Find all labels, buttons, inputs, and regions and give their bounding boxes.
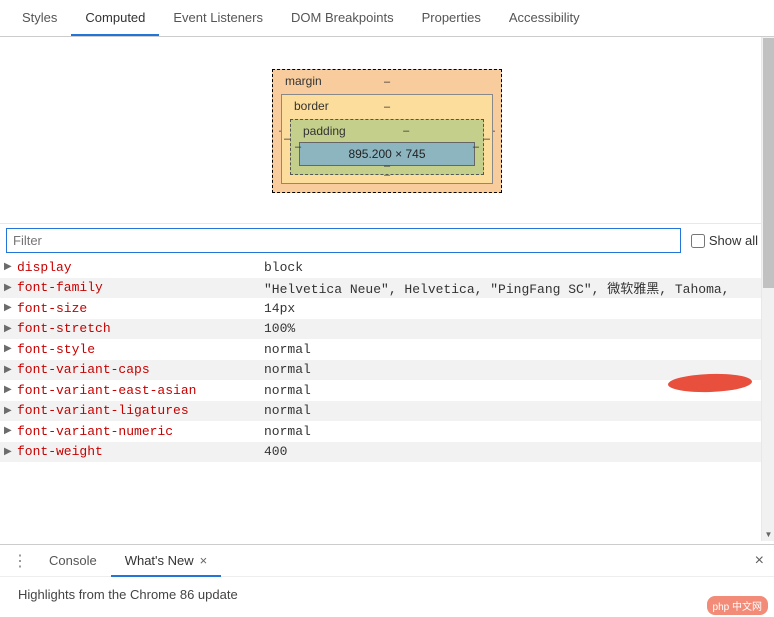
property-name: font-stretch [17, 321, 264, 336]
property-row[interactable]: ▶ font-stretch 100% [0, 319, 774, 340]
property-value: normal [264, 424, 774, 439]
drawer-tab-whatsnew-label: What's New [125, 553, 194, 568]
border-label: border [294, 99, 329, 113]
property-value: normal [264, 403, 774, 418]
box-model-padding[interactable]: padding – – – – 895.200 × 745 [290, 119, 484, 175]
drawer-tablist: ⋮ Console What's New × × [0, 545, 774, 577]
close-tab-icon[interactable]: × [200, 553, 208, 568]
padding-label: padding [303, 124, 346, 138]
show-all-label-text: Show all [709, 233, 758, 248]
scroll-down-icon[interactable]: ▼ [762, 528, 774, 541]
drawer-panel: ⋮ Console What's New × × Highlights from… [0, 544, 774, 617]
margin-top-value[interactable]: – [384, 76, 390, 88]
expand-icon[interactable]: ▶ [4, 261, 17, 273]
box-model-border[interactable]: border – – – – padding – – – – 895.200 ×… [281, 94, 493, 184]
drawer-tab-console-label: Console [49, 553, 97, 568]
property-value: 400 [264, 444, 774, 459]
computed-panel: margin – – – – border – – – – padding – … [0, 37, 774, 541]
property-name: font-variant-ligatures [17, 403, 264, 418]
property-name: font-size [17, 301, 264, 316]
property-name: display [17, 260, 264, 275]
property-name: font-family [17, 280, 264, 295]
padding-bottom-value[interactable]: – [384, 160, 390, 172]
property-value: "Helvetica Neue", Helvetica, "PingFang S… [264, 278, 774, 297]
property-value: block [264, 260, 774, 275]
tab-accessibility[interactable]: Accessibility [495, 0, 594, 36]
expand-icon[interactable]: ▶ [4, 405, 17, 417]
expand-icon[interactable]: ▶ [4, 384, 17, 396]
property-value: normal [264, 342, 774, 357]
property-name: font-variant-numeric [17, 424, 264, 439]
property-row[interactable]: ▶ font-variant-ligatures normal [0, 401, 774, 422]
expand-icon[interactable]: ▶ [4, 446, 17, 458]
padding-top-value[interactable]: – [403, 125, 409, 137]
property-row[interactable]: ▶ display block [0, 257, 774, 278]
property-row[interactable]: ▶ font-family "Helvetica Neue", Helvetic… [0, 278, 774, 299]
property-value: 14px [264, 301, 774, 316]
filter-row: Show all [0, 223, 774, 257]
computed-properties-list: ▶ display block ▶ font-family "Helvetica… [0, 257, 774, 462]
drawer-close-icon[interactable]: × [755, 552, 764, 570]
elements-subtabs: Styles Computed Event Listeners DOM Brea… [0, 0, 774, 37]
watermark-badge: php 中文网 [707, 596, 768, 615]
border-top-value[interactable]: – [384, 101, 390, 113]
expand-icon[interactable]: ▶ [4, 323, 17, 335]
box-model-margin[interactable]: margin – – – – border – – – – padding – … [272, 69, 502, 193]
property-name: font-variant-east-asian [17, 383, 264, 398]
drawer-tab-whatsnew[interactable]: What's New × [111, 545, 222, 576]
tab-computed[interactable]: Computed [71, 0, 159, 36]
padding-left-value[interactable]: – [295, 141, 301, 153]
property-row[interactable]: ▶ font-variant-numeric normal [0, 421, 774, 442]
margin-label: margin [285, 74, 322, 88]
show-all-toggle[interactable]: Show all [691, 233, 758, 248]
scrollbar-thumb[interactable] [763, 38, 774, 288]
expand-icon[interactable]: ▶ [4, 302, 17, 314]
property-row[interactable]: ▶ font-variant-caps normal [0, 360, 774, 381]
expand-icon[interactable]: ▶ [4, 364, 17, 376]
expand-icon[interactable]: ▶ [4, 343, 17, 355]
property-value: 100% [264, 321, 774, 336]
property-name: font-style [17, 342, 264, 357]
tab-dom-breakpoints[interactable]: DOM Breakpoints [277, 0, 408, 36]
property-row[interactable]: ▶ font-weight 400 [0, 442, 774, 463]
property-row[interactable]: ▶ font-variant-east-asian normal [0, 380, 774, 401]
filter-input[interactable] [6, 228, 681, 253]
expand-icon[interactable]: ▶ [4, 282, 17, 294]
tab-properties[interactable]: Properties [408, 0, 495, 36]
tab-event-listeners[interactable]: Event Listeners [159, 0, 277, 36]
property-row[interactable]: ▶ font-style normal [0, 339, 774, 360]
border-right-value[interactable]: – [484, 133, 490, 145]
expand-icon[interactable]: ▶ [4, 425, 17, 437]
drawer-tab-console[interactable]: Console [35, 545, 111, 576]
whatsnew-headline: Highlights from the Chrome 86 update [18, 587, 238, 602]
property-name: font-variant-caps [17, 362, 264, 377]
show-all-checkbox[interactable] [691, 234, 705, 248]
drawer-content: Highlights from the Chrome 86 update [0, 577, 774, 617]
tab-styles[interactable]: Styles [8, 0, 71, 36]
vertical-scrollbar[interactable]: ▼ [761, 37, 774, 541]
more-icon[interactable]: ⋮ [4, 551, 35, 571]
padding-right-value[interactable]: – [473, 141, 479, 153]
property-name: font-weight [17, 444, 264, 459]
box-model-diagram: margin – – – – border – – – – padding – … [0, 37, 774, 223]
property-row[interactable]: ▶ font-size 14px [0, 298, 774, 319]
